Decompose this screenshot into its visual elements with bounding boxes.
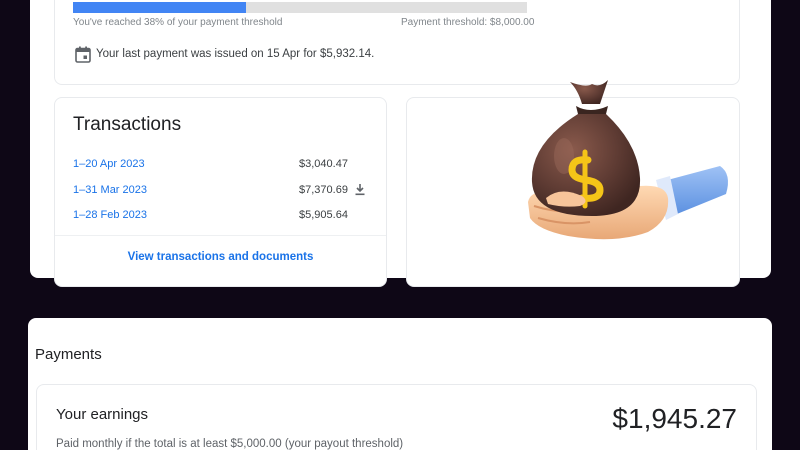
transaction-period-link[interactable]: 1–28 Feb 2023: [73, 209, 147, 221]
transactions-divider: [55, 235, 386, 236]
earnings-threshold-note: Paid monthly if the total is at least $5…: [56, 438, 404, 450]
view-transactions-link[interactable]: View transactions and documents: [54, 251, 387, 263]
transaction-row: 1–31 Mar 2023 $7,370.69: [54, 184, 387, 206]
transaction-amount: $5,905.64: [299, 209, 348, 221]
transaction-amount: $3,040.47: [299, 158, 348, 170]
transaction-period-link[interactable]: 1–20 Apr 2023: [73, 158, 145, 170]
transaction-row: 1–20 Apr 2023 $3,040.47: [54, 158, 387, 180]
calendar-icon: [75, 46, 91, 63]
money-bag-hand-illustration: [528, 80, 728, 240]
transaction-period-link[interactable]: 1–31 Mar 2023: [73, 184, 147, 196]
payments-heading: Payments: [35, 346, 102, 363]
threshold-progress-text: You've reached 38% of your payment thres…: [73, 17, 283, 28]
payment-threshold-text: Payment threshold: $8,000.00: [401, 17, 535, 28]
download-icon[interactable]: [354, 183, 366, 196]
transaction-amount: $7,370.69: [299, 184, 348, 196]
earnings-label: Your earnings: [56, 406, 149, 423]
transaction-row: 1–28 Feb 2023 $5,905.64: [54, 209, 387, 231]
last-payment-text: Your last payment was issued on 15 Apr f…: [96, 48, 375, 60]
payment-progress-fill: [73, 2, 246, 13]
payment-progress-bar: [73, 2, 527, 13]
transactions-title: Transactions: [73, 114, 182, 135]
earnings-amount: $1,945.27: [612, 403, 737, 434]
